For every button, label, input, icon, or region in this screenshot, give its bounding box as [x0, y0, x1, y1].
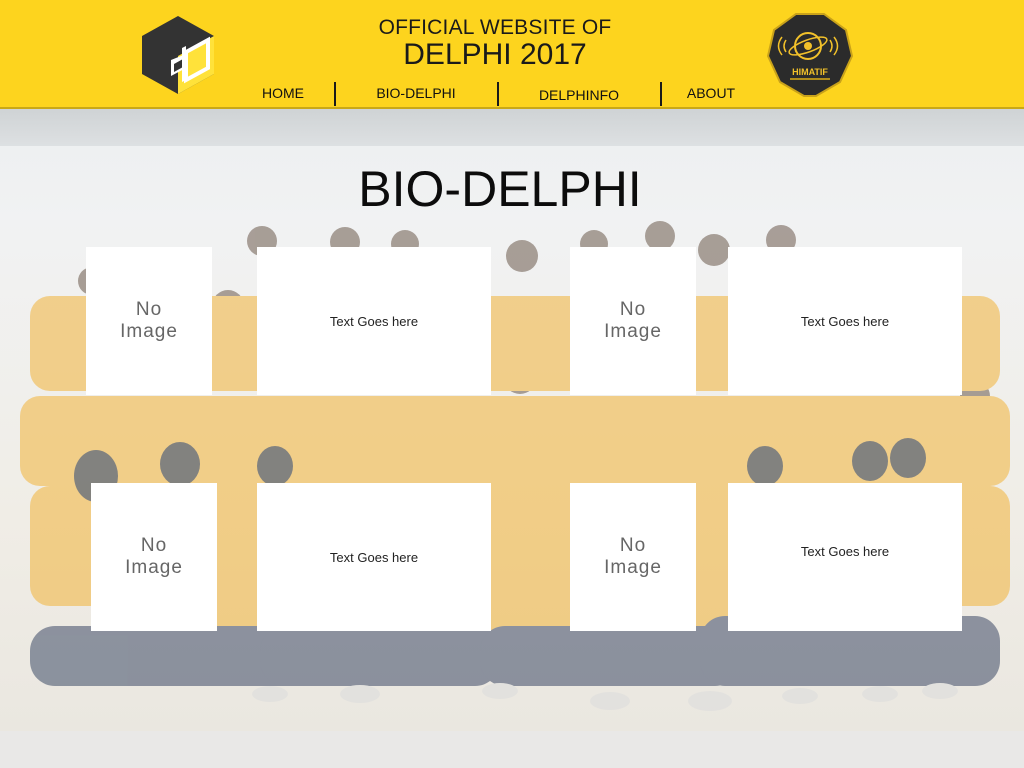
nav-divider	[660, 82, 662, 106]
group-photo-icon	[0, 221, 1024, 768]
member-text-box: Text Goes here	[728, 247, 962, 395]
member-photo-placeholder: No Image	[570, 483, 696, 631]
member-text-box: Text Goes here	[257, 247, 491, 395]
nav-about[interactable]: ABOUT	[680, 80, 742, 108]
member-photo-placeholder: No Image	[91, 483, 217, 631]
badge-label: HIMATIF	[792, 67, 828, 77]
top-band	[0, 109, 1024, 146]
nav-home[interactable]: HOME	[250, 80, 316, 108]
member-text: Text Goes here	[329, 549, 419, 565]
no-image-label: No Image	[604, 535, 662, 578]
nav-divider	[334, 82, 336, 106]
nav-divider	[497, 82, 499, 106]
no-image-label: No Image	[604, 299, 662, 342]
member-photo-placeholder: No Image	[86, 247, 212, 395]
site-title-line1: OFFICIAL WEBSITE OF	[378, 16, 612, 39]
member-photo-placeholder: No Image	[570, 247, 696, 395]
member-text: Text Goes here	[800, 544, 890, 559]
background-group-photo	[0, 146, 1024, 768]
site-header: OFFICIAL WEBSITE OF DELPHI 2017 HOME BIO…	[0, 0, 1024, 109]
no-image-label: No Image	[125, 535, 183, 578]
nav-bio-delphi[interactable]: BIO-DELPHI	[366, 80, 466, 108]
member-text: Text Goes here	[800, 313, 890, 329]
member-text: Text Goes here	[329, 313, 419, 329]
main-nav: HOME BIO-DELPHI DELPHINFO ABOUT	[0, 80, 1024, 108]
no-image-label: No Image	[120, 299, 178, 342]
member-text-box: Text Goes here	[257, 483, 491, 631]
page-title: BIO-DELPHI	[358, 161, 642, 217]
nav-delphinfo[interactable]: DELPHINFO	[530, 82, 628, 110]
himatif-badge-icon[interactable]: HIMATIF	[766, 12, 854, 98]
site-title-line2: DELPHI 2017	[403, 38, 587, 71]
member-text-box: Text Goes here	[728, 483, 962, 631]
